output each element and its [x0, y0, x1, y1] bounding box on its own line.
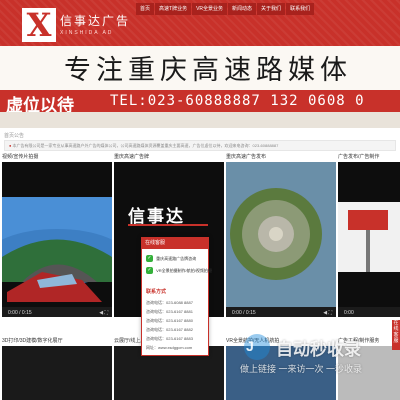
breadcrumb[interactable]: 首页公告 — [4, 132, 24, 139]
video-time: 0:00 — [344, 310, 354, 316]
contact-line-5[interactable]: 咨询电话：023-6167 8883 — [146, 336, 208, 342]
row2-title-1[interactable]: 3D打印/3D建模/数字化展厅 — [2, 336, 112, 346]
fullscreen-icon[interactable]: ◀ ⛶ — [323, 307, 332, 317]
nav-item-home[interactable]: 首页 — [136, 3, 155, 15]
sphere-photo — [226, 162, 336, 317]
video-time: 0:00 / 0:15 — [8, 310, 32, 316]
card-title[interactable]: 广告发布/广告制作 — [338, 152, 400, 162]
overlay-underline — [128, 224, 208, 226]
wechat-icon: ✓ — [146, 255, 153, 263]
hero-title: 专注重庆高速路媒体 — [64, 55, 352, 86]
site-header: X 信事达广告 XINSHIDA AD 首页 高速T牌业务 VR全景业务 新闻动… — [0, 0, 400, 46]
wechat-label: 重庆高速路广告牌咨询 — [156, 256, 197, 261]
service-popup: 在线客服 ✓ 重庆高速路广告牌咨询 ✓ VR全景拍摄制作/航拍/视频拍摄 联系方… — [141, 237, 212, 356]
hero-tel: TEL:023-60888887 132 0608 0 — [110, 93, 365, 109]
watermark-title: 自动秒收录 — [276, 340, 361, 359]
wechat-label: VR全景拍摄制作/航拍/视频拍摄 — [156, 268, 212, 273]
hero-photo-strip — [0, 112, 400, 128]
row2-video-1[interactable] — [2, 346, 112, 400]
video-controls[interactable]: 0:00 / 0:15 ◀ ⛶ — [226, 307, 336, 317]
nav-item-contact[interactable]: 联系我们 — [286, 3, 315, 15]
contact-title: 联系方式 — [146, 289, 167, 295]
video-player[interactable]: 0:00 / 0:15 ◀ ⛶ — [2, 162, 112, 317]
contact-line-3[interactable]: 咨询电话：023-6167 8880 — [146, 318, 208, 324]
brand-name: 信事达广告 — [60, 14, 131, 28]
contact-url[interactable]: 网址：www.xsdggcm.com — [146, 345, 208, 351]
logo-icon[interactable]: X — [22, 8, 56, 42]
video-controls[interactable]: 0:00 — [338, 307, 400, 317]
video-player[interactable]: 0:00 — [338, 162, 400, 317]
card-title[interactable]: 视频/宣传片拍摄 — [2, 152, 112, 162]
contact-line-1[interactable]: 咨询电话：023-6088 8887 — [146, 300, 208, 306]
watermark: J 自动秒收录 做上链接 一来访一次 一秒收录 — [232, 334, 400, 378]
watermark-subtitle: 做上链接 一来访一次 一秒收录 — [240, 364, 363, 374]
wechat-item-2[interactable]: ✓ VR全景拍摄制作/航拍/视频拍摄 — [146, 266, 212, 275]
contact-line-2[interactable]: 咨询电话：023-6167 8881 — [146, 309, 208, 315]
road-photo — [2, 197, 112, 302]
hero-banner[interactable]: 专注重庆高速路媒体 虚位以待 TEL:023-60888887 132 0608… — [0, 46, 400, 128]
nav-item-highway[interactable]: 高速T牌业务 — [155, 3, 192, 15]
card-title[interactable]: 重庆高速广告牌 — [114, 152, 224, 162]
page: X 信事达广告 XINSHIDA AD 首页 高速T牌业务 VR全景业务 新闻动… — [0, 0, 400, 400]
contact-line-4[interactable]: 咨询电话：023-6167 8882 — [146, 327, 208, 333]
main-nav: 首页 高速T牌业务 VR全景业务 新闻动态 关于我们 联系我们 — [136, 3, 315, 17]
video-card-3[interactable]: 重庆高速广告发布 0:00 / 0:15 ◀ ⛶ — [226, 152, 336, 332]
notice-bar: ● 本广告有限公司是一家专业从事高速路户外广告的媒体公司，公司高速路媒体资源覆盖… — [4, 140, 396, 151]
video-player[interactable]: 0:00 / 0:15 ◀ ⛶ — [226, 162, 336, 317]
video-controls[interactable]: 0:00 / 0:15 ◀ ⛶ — [2, 307, 112, 317]
nav-item-news[interactable]: 新闻动态 — [228, 3, 257, 15]
video-card-1[interactable]: 视频/宣传片拍摄 0:00 / 0:15 ◀ ⛶ — [2, 152, 112, 332]
video-time: 0:00 / 0:15 — [232, 310, 256, 316]
brand-subtitle: XINSHIDA AD — [60, 30, 114, 36]
watermark-logo-letter: J — [246, 338, 254, 354]
pole-photo — [338, 202, 400, 272]
card-title[interactable]: 重庆高速广告发布 — [226, 152, 336, 162]
hero-red-bar: 虚位以待 TEL:023-60888887 132 0608 0 — [0, 90, 400, 116]
wechat-icon: ✓ — [146, 267, 153, 275]
nav-item-vr[interactable]: VR全景业务 — [192, 3, 228, 15]
speaker-icon: ● — [9, 143, 12, 148]
wechat-item-1[interactable]: ✓ 重庆高速路广告牌咨询 — [146, 254, 206, 263]
video-card-4[interactable]: 广告发布/广告制作 0:00 — [338, 152, 400, 332]
logo-letter: X — [26, 6, 52, 44]
nav-item-about[interactable]: 关于我们 — [257, 3, 286, 15]
popup-header[interactable]: 在线客服 — [142, 238, 208, 249]
notice-text: 本广告有限公司是一家专业从事高速路户外广告的媒体公司，公司高速路媒体资源覆盖重庆… — [12, 143, 279, 148]
fullscreen-icon[interactable]: ◀ ⛶ — [99, 307, 108, 317]
